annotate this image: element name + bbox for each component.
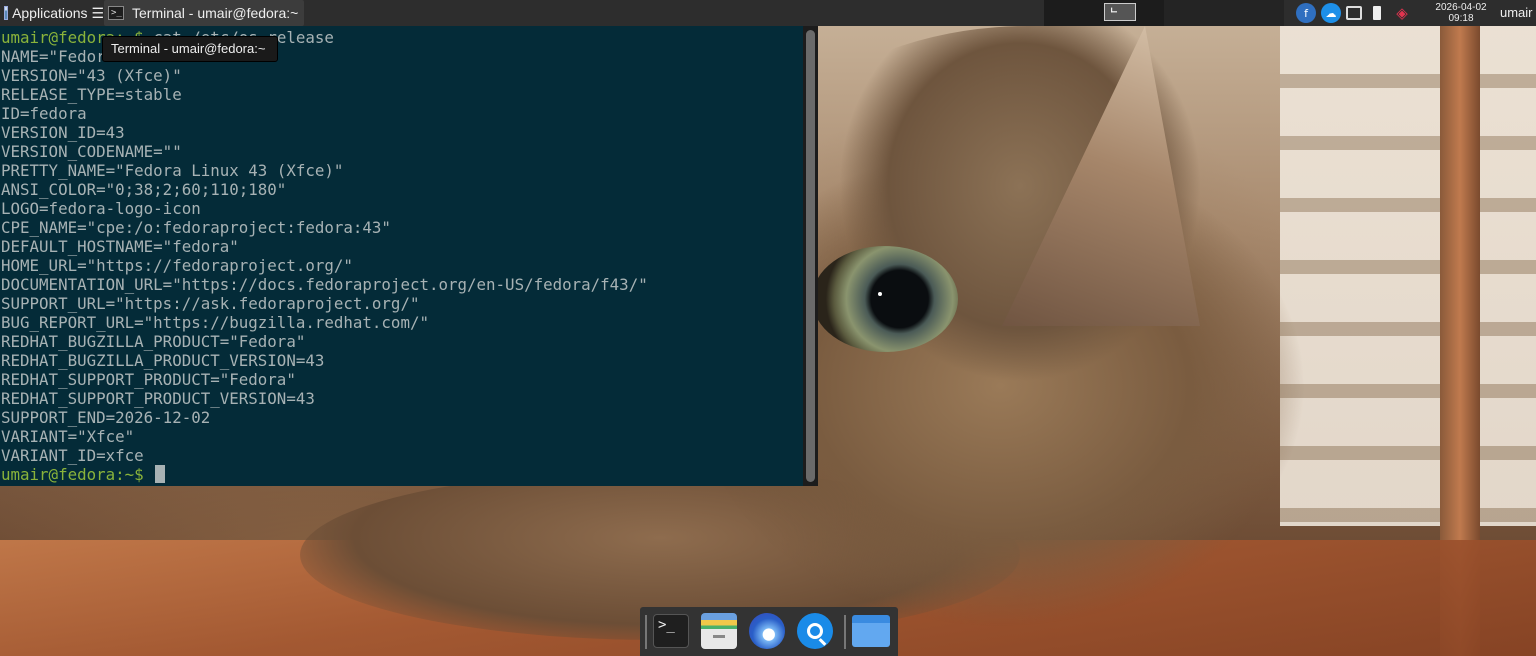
terminal-output-line: DEFAULT_HOSTNAME="fedora" bbox=[1, 237, 239, 256]
terminal-output-line: VERSION="43 (Xfce)" bbox=[1, 66, 182, 85]
terminal-output: umair@fedora:~$ cat /etc/os-releaseNAME=… bbox=[1, 28, 801, 484]
terminal-output-line: CPE_NAME="cpe:/o:fedoraproject:fedora:43… bbox=[1, 218, 391, 237]
dock-separator-right bbox=[844, 615, 846, 649]
top-panel: Applications ☰ >_ Terminal - umair@fedor… bbox=[0, 0, 1536, 26]
terminal-window[interactable]: umair@fedora:~$ cat /etc/os-releaseNAME=… bbox=[0, 26, 818, 486]
terminal-output-line: VARIANT="Xfce" bbox=[1, 427, 135, 446]
terminal-output-line: REDHAT_BUGZILLA_PRODUCT_VERSION=43 bbox=[1, 351, 325, 370]
dock-web-browser[interactable] bbox=[748, 612, 786, 650]
terminal-output-line: VARIANT_ID=xfce bbox=[1, 446, 144, 465]
terminal-output-lines: NAME="Fedora Linux" VERSION="43 (Xfce)" RE… bbox=[1, 47, 801, 465]
terminal-output-line: PRETTY_NAME="Fedora Linux 43 (Xfce)" bbox=[1, 161, 344, 180]
applications-icon bbox=[4, 6, 9, 20]
search-icon bbox=[797, 613, 833, 649]
fedora-updates-icon[interactable]: f bbox=[1296, 3, 1316, 23]
terminal-output-line: HOME_URL="https://fedoraproject.org/" bbox=[1, 256, 353, 275]
terminal-icon: >_ bbox=[108, 6, 124, 20]
terminal-output-line: DOCUMENTATION_URL="https://docs.fedorapr… bbox=[1, 275, 648, 294]
terminal-output-line: LOGO=fedora-logo-icon bbox=[1, 199, 201, 218]
terminal-output-line: ID=fedora bbox=[1, 104, 87, 123]
terminal-output-line: VERSION_CODENAME="" bbox=[1, 142, 182, 161]
dock-separator-left bbox=[645, 615, 647, 649]
terminal-scrollbar-thumb[interactable] bbox=[806, 30, 815, 482]
folder-icon bbox=[852, 615, 890, 647]
applications-label: Applications ☰ bbox=[12, 4, 104, 21]
terminal-output-line: REDHAT_BUGZILLA_PRODUCT="Fedora" bbox=[1, 332, 306, 351]
package-icon[interactable]: ◈ bbox=[1392, 3, 1412, 23]
clock[interactable]: 2026-04-02 09:18 bbox=[1428, 2, 1494, 24]
terminal-small-icon bbox=[1111, 7, 1117, 13]
terminal-output-line: SUPPORT_URL="https://ask.fedoraproject.o… bbox=[1, 294, 420, 313]
terminal-output-line: VERSION_ID=43 bbox=[1, 123, 125, 142]
terminal-output-line: RELEASE_TYPE=stable bbox=[1, 85, 182, 104]
panel-spacer bbox=[1164, 0, 1284, 26]
applications-menu-button[interactable]: Applications ☰ bbox=[0, 0, 104, 26]
battery-icon[interactable] bbox=[1367, 3, 1387, 23]
terminal-prompt-current: umair@fedora:~$ bbox=[1, 465, 144, 484]
terminal-output-line: BUG_REPORT_URL="https://bugzilla.redhat.… bbox=[1, 313, 429, 332]
terminal-current-line[interactable]: umair@fedora:~$ bbox=[1, 465, 801, 484]
terminal-output-line: SUPPORT_END=2026-12-02 bbox=[1, 408, 211, 427]
terminal-app-icon: >_ bbox=[653, 614, 689, 648]
terminal-output-line: REDHAT_SUPPORT_PRODUCT="Fedora" bbox=[1, 370, 296, 389]
system-tray: f ☁ ◈ bbox=[1296, 3, 1412, 23]
clock-time: 09:18 bbox=[1448, 13, 1474, 24]
dock-app-finder[interactable] bbox=[796, 612, 834, 650]
dock-file-manager[interactable] bbox=[700, 612, 738, 650]
taskbar-terminal-button[interactable]: >_ Terminal - umair@fedora:~ bbox=[104, 0, 304, 26]
terminal-output-line: REDHAT_SUPPORT_PRODUCT_VERSION=43 bbox=[1, 389, 315, 408]
user-menu[interactable]: umair bbox=[1500, 0, 1533, 26]
network-icon[interactable] bbox=[1346, 6, 1362, 20]
dock-terminal[interactable]: >_ bbox=[652, 612, 690, 650]
taskbar-terminal-label: Terminal - umair@fedora:~ bbox=[132, 5, 299, 21]
terminal-cursor bbox=[155, 465, 166, 483]
taskbar-tooltip: Terminal - umair@fedora:~ bbox=[102, 36, 278, 62]
wallpaper-cat-eye bbox=[812, 246, 958, 352]
web-browser-icon bbox=[749, 613, 785, 649]
show-desktop-button[interactable] bbox=[1104, 3, 1136, 21]
wallpaper-eye-glint bbox=[878, 292, 882, 296]
cloud-sync-icon[interactable]: ☁ bbox=[1321, 3, 1341, 23]
file-cabinet-icon bbox=[701, 613, 737, 649]
dock-home-folder[interactable] bbox=[852, 612, 890, 650]
clock-date: 2026-04-02 bbox=[1435, 2, 1487, 13]
terminal-output-line: ANSI_COLOR="0;38;2;60;110;180" bbox=[1, 180, 287, 199]
